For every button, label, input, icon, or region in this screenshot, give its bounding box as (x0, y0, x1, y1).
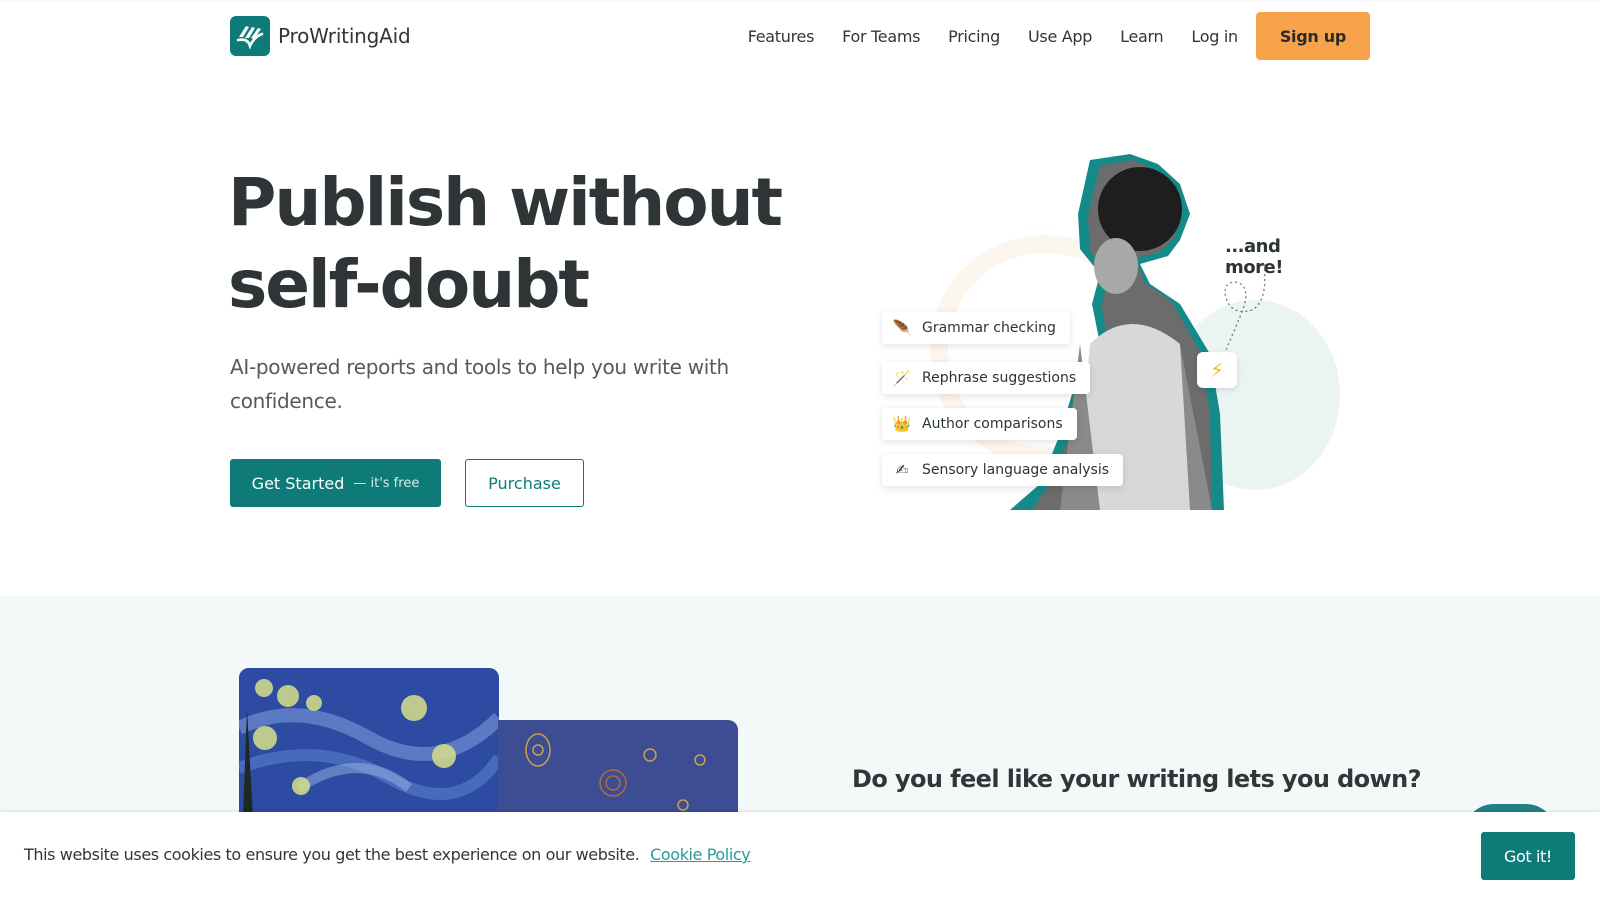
writing-hand-icon: ✍ (895, 461, 909, 479)
crown-icon: 👑 (892, 415, 912, 433)
feature-chip-label: Author comparisons (922, 416, 1063, 432)
cookie-message-text: This website uses cookies to ensure you … (24, 845, 640, 864)
hero-title: Publish without self-doubt (228, 164, 783, 323)
cookie-banner: This website uses cookies to ensure you … (0, 812, 1600, 900)
magic-wand-icon: 🪄 (892, 369, 912, 387)
get-started-button[interactable]: Get Started — it's free (230, 459, 441, 507)
feature-chip-rephrase: 🪄 Rephrase suggestions (882, 362, 1091, 394)
cookie-accept-button[interactable]: Got it! (1481, 832, 1575, 880)
feature-chip-label: Sensory language analysis (922, 462, 1110, 478)
nav-learn[interactable]: Learn (1120, 27, 1164, 46)
get-started-note: — it's free (353, 475, 420, 491)
open-book-check-icon (230, 16, 270, 56)
feature-chip-author: 👑 Author comparisons (882, 408, 1077, 440)
feather-icon: 🪶 (892, 319, 912, 337)
nav-for-teams[interactable]: For Teams (842, 27, 920, 46)
site-header: ProWritingAid Features For Teams Pricing… (0, 0, 1600, 72)
nav-pricing[interactable]: Pricing (948, 27, 1000, 46)
brand-logo-link[interactable]: ProWritingAid (230, 16, 411, 56)
hero-illustration: ...and more! 🪶 Grammar checking 🪄 Rephra… (880, 150, 1340, 515)
hero-subtitle: AI-powered reports and tools to help you… (230, 355, 729, 413)
nav-log-in[interactable]: Log in (1191, 27, 1238, 46)
feature-chip-label: Rephrase suggestions (922, 370, 1077, 386)
cookie-message: This website uses cookies to ensure you … (24, 845, 751, 864)
feature-chip-grammar: 🪶 Grammar checking (882, 312, 1070, 344)
starry-night-image (239, 668, 499, 818)
main-nav: Features For Teams Pricing Use App Learn… (748, 12, 1370, 60)
feature-chip-label: Grammar checking (922, 320, 1056, 336)
get-started-label: Get Started (251, 473, 345, 493)
brand-name: ProWritingAid (278, 24, 411, 48)
nav-use-app[interactable]: Use App (1028, 27, 1092, 46)
lightning-bolt-icon: ⚡ (1197, 352, 1237, 388)
feature-chip-sensory: ✍ Sensory language analysis (882, 454, 1124, 486)
section-question-heading: Do you feel like your writing lets you d… (852, 765, 1422, 793)
cookie-policy-link[interactable]: Cookie Policy (650, 845, 751, 864)
purchase-button[interactable]: Purchase (465, 459, 584, 507)
swirl-card-image (498, 720, 738, 820)
dotted-loop-decoration (1224, 263, 1266, 351)
sign-up-button[interactable]: Sign up (1255, 12, 1370, 60)
nav-features[interactable]: Features (748, 27, 815, 46)
